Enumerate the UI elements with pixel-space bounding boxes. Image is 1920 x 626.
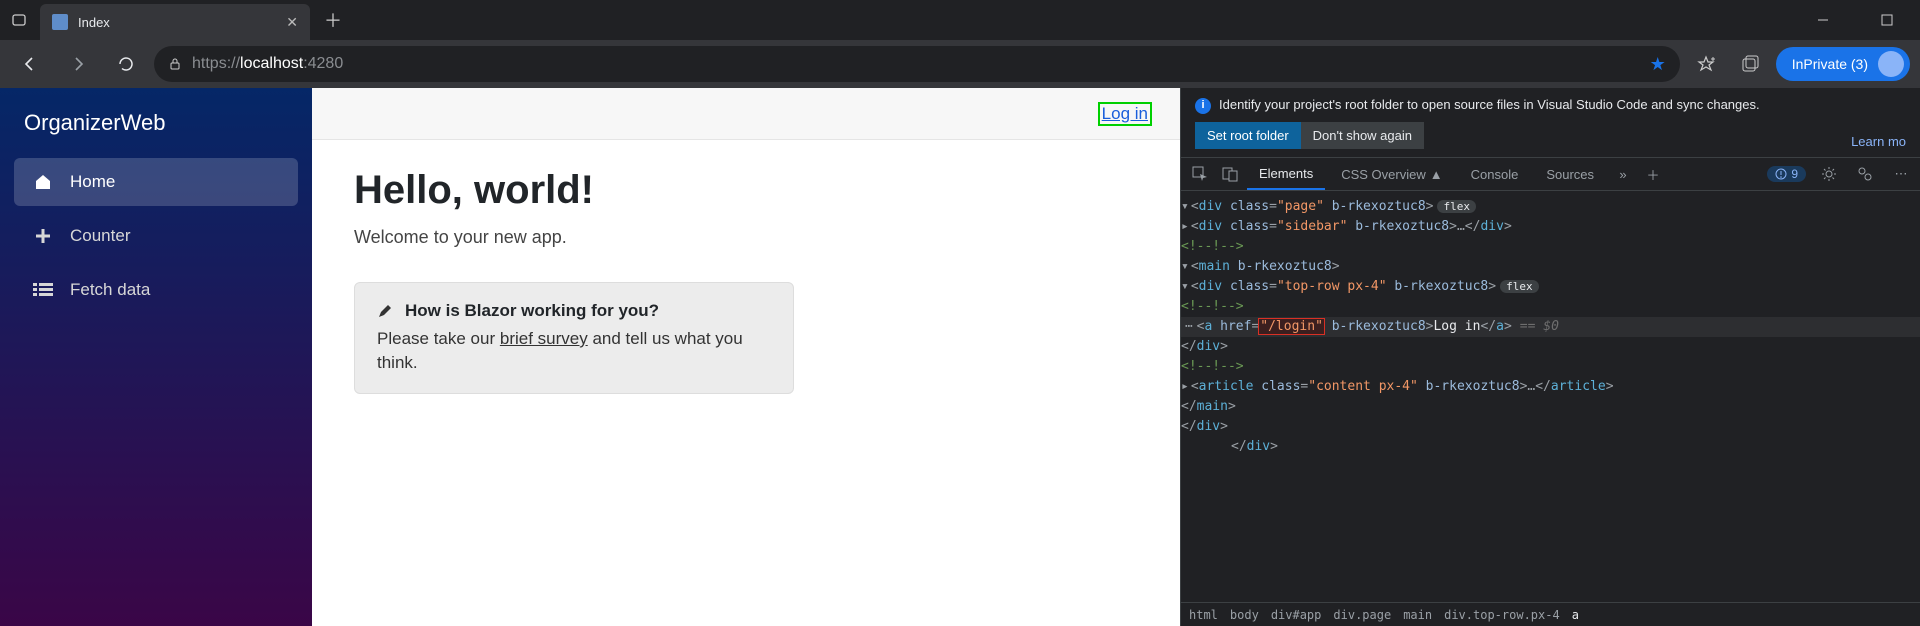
devtools-panel: i Identify your project's root folder to… — [1180, 88, 1920, 626]
forward-button[interactable] — [58, 44, 98, 84]
plus-icon — [32, 227, 54, 245]
back-button[interactable] — [10, 44, 50, 84]
minimize-button[interactable] — [1800, 0, 1846, 40]
device-icon[interactable] — [1217, 161, 1243, 187]
activity-icon[interactable] — [1852, 161, 1878, 187]
reload-button[interactable] — [106, 44, 146, 84]
inspect-icon[interactable] — [1187, 161, 1213, 187]
inprivate-badge[interactable]: InPrivate (3) — [1776, 47, 1910, 81]
app-main: Log in Hello, world! Welcome to your new… — [312, 88, 1180, 626]
settings-icon[interactable] — [1816, 161, 1842, 187]
inprivate-label: InPrivate (3) — [1792, 56, 1868, 72]
address-bar[interactable]: https://localhost:4280 ★ — [154, 46, 1680, 82]
survey-link[interactable]: brief survey — [500, 329, 588, 348]
login-link[interactable]: Log in — [1098, 102, 1152, 126]
page-lead: Welcome to your new app. — [354, 227, 1138, 248]
tab-sources[interactable]: Sources — [1534, 158, 1606, 190]
alert-body: Please take our brief survey and tell us… — [377, 327, 771, 375]
alert-title: How is Blazor working for you? — [377, 301, 771, 321]
devtools-tabs: Elements CSS Overview ▲ Console Sources … — [1181, 157, 1920, 191]
browser-tab-active[interactable]: Index ✕ — [40, 4, 310, 40]
dom-breadcrumbs[interactable]: html body div#app div.page main div.top-… — [1181, 602, 1920, 626]
page-heading: Hello, world! — [354, 168, 1138, 213]
sidebar-item-label: Home — [70, 172, 115, 192]
lock-icon — [168, 57, 182, 71]
favorites-icon[interactable] — [1688, 46, 1724, 82]
url-text: https://localhost:4280 — [192, 55, 343, 73]
maximize-button[interactable] — [1864, 0, 1910, 40]
tab-elements[interactable]: Elements — [1247, 158, 1325, 190]
tab-actions-icon[interactable] — [0, 12, 40, 28]
info-icon: i — [1195, 98, 1211, 114]
infobar-message: Identify your project's root folder to o… — [1219, 96, 1906, 114]
tab-title: Index — [78, 15, 276, 30]
tab-console[interactable]: Console — [1459, 158, 1531, 190]
app-brand: OrganizerWeb — [0, 96, 312, 158]
sidebar-item-counter[interactable]: Counter — [14, 212, 298, 260]
article-content: Hello, world! Welcome to your new app. H… — [312, 140, 1180, 422]
app-sidebar: OrganizerWeb Home Counter Fetch data — [0, 88, 312, 626]
more-tabs-icon[interactable]: » — [1610, 161, 1636, 187]
issues-badge[interactable]: 9 — [1767, 166, 1806, 182]
new-tab-button[interactable]: ＋ — [316, 3, 350, 37]
set-root-button[interactable]: Set root folder — [1195, 122, 1301, 149]
browser-titlebar: Index ✕ ＋ — [0, 0, 1920, 40]
more-icon[interactable]: ⋯ — [1888, 161, 1914, 187]
home-icon — [32, 172, 54, 192]
sidebar-item-label: Fetch data — [70, 280, 150, 300]
pencil-icon — [377, 303, 393, 319]
close-tab-icon[interactable]: ✕ — [286, 14, 298, 31]
favorite-star-icon[interactable]: ★ — [1650, 54, 1666, 75]
browser-toolbar: https://localhost:4280 ★ InPrivate (3) — [0, 40, 1920, 88]
devtools-infobar: i Identify your project's root folder to… — [1181, 88, 1920, 149]
list-icon — [32, 282, 54, 298]
sidebar-item-label: Counter — [70, 226, 130, 246]
favicon-icon — [52, 14, 68, 30]
top-row: Log in — [312, 88, 1180, 140]
sidebar-item-fetchdata[interactable]: Fetch data — [14, 266, 298, 314]
sidebar-item-home[interactable]: Home — [14, 158, 298, 206]
avatar-icon — [1878, 51, 1904, 77]
new-tab-icon[interactable]: ＋ — [1640, 161, 1666, 187]
survey-alert: How is Blazor working for you? Please ta… — [354, 282, 794, 394]
dom-tree[interactable]: ▾<div class="page" b-rkexoztuc8>flex ▸<d… — [1181, 191, 1920, 602]
tab-css-overview[interactable]: CSS Overview ▲ — [1329, 158, 1454, 190]
dont-show-button[interactable]: Don't show again — [1301, 122, 1424, 149]
collections-icon[interactable] — [1732, 46, 1768, 82]
learn-more-link[interactable]: Learn mo — [1851, 134, 1906, 149]
